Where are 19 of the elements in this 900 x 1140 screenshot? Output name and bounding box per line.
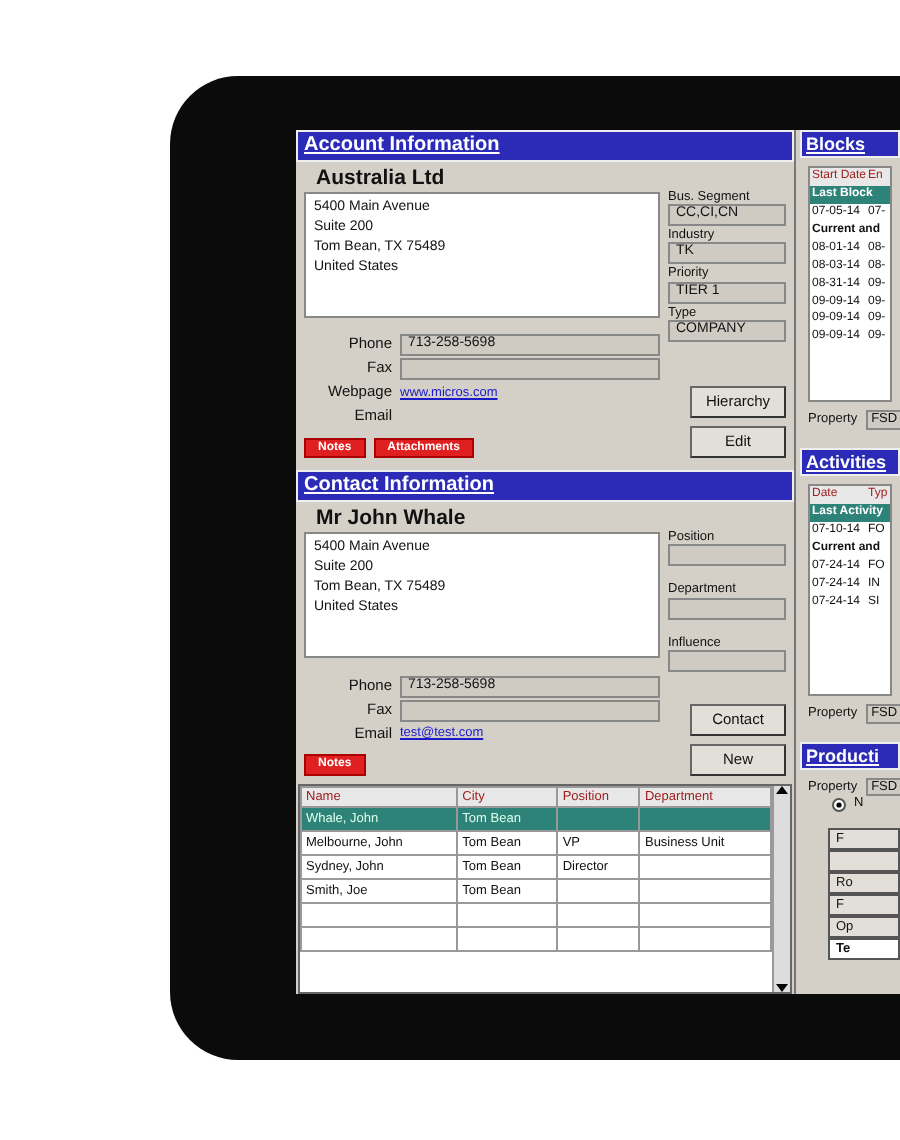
scroll-down-icon[interactable]: [776, 984, 788, 992]
section-header[interactable]: Account Information: [296, 130, 794, 161]
input-field[interactable]: [668, 597, 786, 620]
input-field[interactable]: [668, 650, 786, 673]
section-header[interactable]: Producti: [800, 741, 900, 770]
input-field[interactable]: [400, 358, 660, 381]
section-header[interactable]: Activities: [800, 447, 900, 477]
section-header[interactable]: Contact Information: [296, 470, 794, 502]
table-cell: [639, 807, 771, 832]
side-button[interactable]: [828, 849, 900, 872]
radio-button[interactable]: [832, 797, 846, 812]
scroll-up-icon[interactable]: [776, 785, 788, 794]
input-field[interactable]: [400, 699, 660, 722]
section-header[interactable]: Blocks: [800, 130, 900, 159]
record-name: Mr John Whale: [314, 503, 468, 533]
input-field[interactable]: [668, 544, 786, 567]
record-name: Australia Ltd: [314, 163, 447, 192]
scrollbar[interactable]: [772, 785, 790, 992]
table-cell: [639, 855, 771, 880]
